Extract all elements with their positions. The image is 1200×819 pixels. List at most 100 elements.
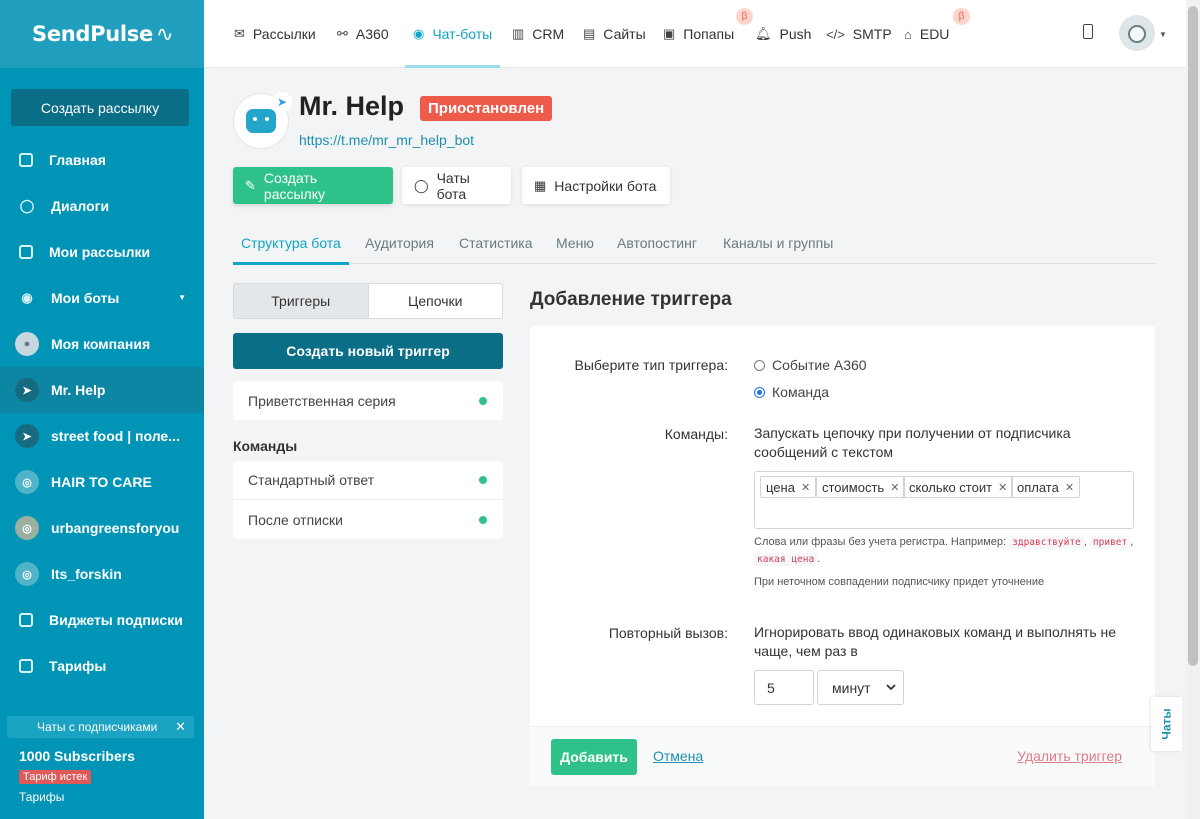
create-mailing-button[interactable]: Создать рассылку: [11, 89, 189, 126]
commands-section-title: Команды: [233, 438, 298, 454]
chats-with-subscribers-bar[interactable]: Чаты с подписчиками ✕: [7, 716, 194, 738]
welcome-card: Приветственная серия: [233, 381, 503, 420]
chats-tab-label: Чаты: [1159, 708, 1174, 740]
tab-statistics[interactable]: Статистика: [459, 222, 533, 264]
nav-a360[interactable]: ⚯ A360: [337, 0, 389, 68]
nav-sites[interactable]: ▤ Сайты: [583, 0, 646, 68]
bot-tabs: Структура бота Аудитория Статистика Меню…: [233, 222, 1155, 265]
sidebar: SendPulse ∿ Создать рассылку Главная ◯ Диа…: [0, 0, 204, 819]
nav-chatbots[interactable]: ◉ Чат-боты: [404, 0, 501, 68]
tab-channels[interactable]: Каналы и группы: [723, 222, 833, 264]
list-item[interactable]: После отписки: [233, 500, 503, 539]
nav-label: Push: [779, 26, 812, 42]
graduation-cap-icon: ⌂: [904, 26, 912, 42]
remove-tag-icon[interactable]: ✕: [998, 481, 1007, 494]
form-footer: Добавить Отмена Удалить триггер: [530, 726, 1155, 786]
tab-structure[interactable]: Структура бота: [233, 222, 349, 265]
bot-link[interactable]: https://t.me/mr_mr_help_bot: [299, 132, 474, 148]
sidebar-item-label: HAIR TO CARE: [51, 474, 152, 490]
nav-label: Сайты: [603, 26, 646, 42]
chevron-down-icon: ▼: [178, 293, 186, 302]
flow-icon: ⚯: [337, 26, 348, 41]
remove-tag-icon[interactable]: ✕: [890, 481, 899, 494]
tag-label: оплата: [1017, 479, 1059, 495]
tariffs-link[interactable]: Тарифы: [19, 790, 64, 804]
trigger-chain-toggle: Триггеры Цепочки: [233, 283, 503, 319]
command-tag: цена ✕: [760, 476, 817, 498]
nav-smtp[interactable]: </> SMTP: [826, 0, 892, 68]
hint-text: Слова или фразы без учета регистра. Напр…: [754, 536, 1007, 548]
nav-label: Попапы: [683, 26, 735, 42]
sidebar-item-widgets[interactable]: Виджеты подписки: [0, 597, 204, 643]
create-trigger-button[interactable]: Создать новый триггер: [233, 333, 503, 369]
command-tag: сколько стоит ✕: [903, 476, 1014, 498]
avatar[interactable]: [1119, 15, 1155, 51]
tag-label: сколько стоит: [909, 479, 993, 495]
commands-label: Команды:: [664, 426, 728, 442]
commands-hint: Слова или фразы без учета регистра. Напр…: [754, 536, 1134, 566]
remove-tag-icon[interactable]: ✕: [1065, 481, 1074, 494]
chats-side-tab[interactable]: Чаты: [1151, 697, 1182, 751]
tab-chains[interactable]: Цепочки: [368, 283, 503, 319]
interval-input[interactable]: 5: [754, 670, 814, 705]
sidebar-item-tariffs[interactable]: Тарифы: [0, 643, 204, 689]
avatar-face: [1128, 25, 1146, 43]
sidebar-item-bot[interactable]: ◎ urbangreensforyou: [0, 505, 204, 551]
tag-label: цена: [766, 479, 795, 495]
active-status-dot: [479, 476, 487, 484]
repeat-label: Повторный вызов:: [608, 625, 728, 641]
command-tag: стоимость ✕: [816, 476, 906, 498]
sidebar-item-my-bots[interactable]: ◉ Мои боты ▼: [0, 275, 204, 321]
cancel-link[interactable]: Отмена: [653, 748, 703, 764]
sidebar-item-mailings[interactable]: Мои рассылки: [0, 229, 204, 275]
radio-event-a360[interactable]: Событие A360: [754, 357, 867, 373]
sidebar-item-label: Главная: [49, 152, 106, 168]
tab-menu[interactable]: Меню: [556, 222, 594, 264]
tab-triggers[interactable]: Триггеры: [233, 283, 369, 319]
close-icon[interactable]: ✕: [175, 719, 186, 735]
add-button[interactable]: Добавить: [551, 739, 637, 775]
sidebar-item-dialogs[interactable]: ◯ Диалоги: [0, 183, 204, 229]
commands-tag-input[interactable]: цена ✕ стоимость ✕ сколько стоит ✕ оплата ✕: [754, 471, 1134, 529]
tab-autoposting[interactable]: Автопостинг: [617, 222, 697, 264]
radio-command[interactable]: Команда: [754, 384, 829, 400]
sidebar-item-home[interactable]: Главная: [0, 137, 204, 183]
sidebar-item-label: Мои рассылки: [49, 244, 151, 260]
crm-icon: ▥: [512, 26, 525, 41]
interval-unit-select[interactable]: минут: [817, 670, 904, 705]
scrollbar[interactable]: [1186, 0, 1200, 819]
select-value: минут: [832, 679, 871, 696]
logo[interactable]: SendPulse ∿: [0, 0, 204, 68]
bot-settings-button[interactable]: ▦ Настройки бота: [522, 167, 670, 204]
list-item[interactable]: Стандартный ответ: [233, 461, 503, 500]
bot-chats-button[interactable]: ◯ Чаты бота: [402, 167, 511, 204]
bot-avatar: ➤: [233, 92, 292, 149]
nav-edu[interactable]: ⌂ EDU: [904, 0, 949, 68]
chat-bubble-icon: ◯: [414, 177, 429, 193]
remove-tag-icon[interactable]: ✕: [801, 481, 810, 494]
button-label: Настройки бота: [554, 177, 657, 194]
nav-push[interactable]: 🔔︎ Push: [755, 0, 811, 68]
nav-label: SMTP: [852, 26, 892, 42]
sidebar-item-label: Its_forskin: [51, 566, 122, 582]
sidebar-item-bot[interactable]: ➤ street food | поле...: [0, 413, 204, 459]
example-code: здравствуйте: [1009, 536, 1084, 549]
radio-label: Команда: [772, 384, 830, 400]
mobile-icon[interactable]: [1083, 24, 1093, 39]
site-icon: ▤: [583, 26, 596, 41]
nav-crm[interactable]: ▥ CRM: [512, 0, 564, 68]
tab-audience[interactable]: Аудитория: [365, 222, 434, 264]
button-label: Чаты бота: [436, 169, 470, 202]
sidebar-item-bot[interactable]: ➤ Mr. Help: [0, 367, 204, 413]
sidebar-item-bot[interactable]: ◎ HAIR TO CARE: [0, 459, 204, 505]
chevron-down-icon[interactable]: ▼: [1159, 30, 1167, 39]
sidebar-item-bot[interactable]: ● Моя компания: [0, 321, 204, 367]
nav-popups[interactable]: ▣ Попапы: [663, 0, 734, 68]
create-mailing-button[interactable]: ✎ Создать рассылку: [233, 167, 393, 204]
top-nav: ✉ Рассылки ⚯ A360 ◉ Чат-боты ▥ CRM ▤ Сайты ▣ П…: [204, 0, 1186, 68]
sidebar-item-bot[interactable]: ◎ Its_forskin: [0, 551, 204, 597]
list-item[interactable]: Приветственная серия: [233, 381, 503, 420]
delete-trigger-link[interactable]: Удалить триггер: [1017, 748, 1122, 764]
nav-mailings[interactable]: ✉ Рассылки: [234, 0, 316, 68]
scrollbar-thumb[interactable]: [1188, 6, 1198, 666]
